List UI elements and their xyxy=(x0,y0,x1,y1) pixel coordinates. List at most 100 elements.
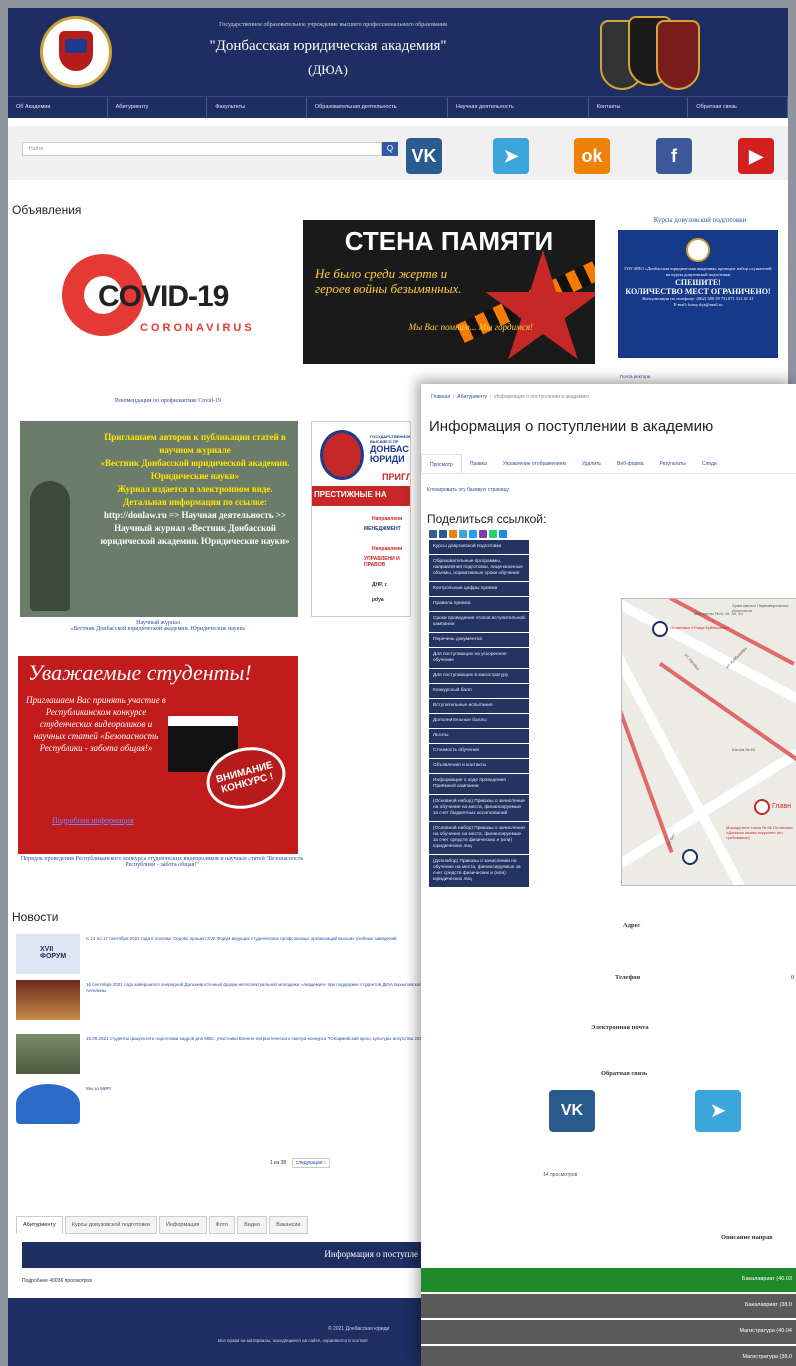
news-item[interactable]: 16 сентября 2021 года завершился очередн… xyxy=(16,980,426,1024)
program-row[interactable]: Бакалавриат (40.03 xyxy=(421,1268,796,1292)
map-label: Остановка «Улица Куйбышева» xyxy=(670,625,730,630)
concert-thumbnail[interactable] xyxy=(16,980,80,1020)
contest-banner[interactable]: Уважаемые студенты! Приглашаем Вас приня… xyxy=(18,656,298,854)
program-row[interactable]: Бакалавриат (38.0 xyxy=(421,1294,796,1318)
tab-results[interactable]: Результаты xyxy=(652,454,694,473)
menu-item[interactable]: Вступительные испытания xyxy=(429,699,529,714)
whatsapp-share-icon[interactable] xyxy=(489,530,497,538)
search-button[interactable]: Q xyxy=(382,142,398,156)
location-map[interactable]: Маршруты № 6, 16, 30, 63 Остановка «Улиц… xyxy=(621,598,796,886)
breadcrumb-applicants[interactable]: Абитуриенту xyxy=(457,394,487,400)
news-text[interactable]: 19.09.2021 студенты факультета подготовк… xyxy=(86,1036,426,1042)
read-more-link[interactable]: Подробнее 40036 просмотров xyxy=(22,1278,92,1284)
vk-share-icon[interactable] xyxy=(439,530,447,538)
patch-icon xyxy=(656,20,700,90)
menu-item[interactable]: Стоимость обучения xyxy=(429,744,529,759)
news-text[interactable]: Мы за МИР! xyxy=(86,1086,426,1092)
pager-next[interactable]: следующая › xyxy=(291,1158,330,1168)
map-label: Храм святых Первоверховных Апостолов xyxy=(732,603,789,613)
academy-emblem-icon[interactable] xyxy=(40,16,112,88)
menu-item[interactable]: Сроки проведения этапов вступительной ка… xyxy=(429,612,529,633)
viber-share-icon[interactable] xyxy=(479,530,487,538)
news-item[interactable]: 19.09.2021 студенты факультета подготовк… xyxy=(16,1034,426,1078)
youtube-icon[interactable]: ▶ xyxy=(738,138,774,174)
covid-caption[interactable]: Рекомендации по профилактике Covid-19 xyxy=(48,398,288,404)
contest-caption[interactable]: Порядок проведения Республиканского конк… xyxy=(12,856,312,868)
peace-dove-thumbnail[interactable] xyxy=(16,1084,80,1124)
menu-item[interactable]: Информация о ходе проведения Приёмной ка… xyxy=(429,774,529,795)
nav-item-contacts[interactable]: Контакты xyxy=(589,97,689,118)
menu-item[interactable]: Для поступающих в магистратуру xyxy=(429,669,529,684)
menu-item[interactable]: Объявления и контакты xyxy=(429,759,529,774)
nav-item-science[interactable]: Научная деятельность xyxy=(448,97,589,118)
news-item[interactable]: Мы за МИР! xyxy=(16,1084,426,1128)
odnoklassniki-icon[interactable]: ok xyxy=(574,138,610,174)
nav-item-applicants[interactable]: Абитуриенту xyxy=(108,97,208,118)
tab-vacancies[interactable]: Вакансии xyxy=(269,1216,308,1234)
nav-item-faculties[interactable]: Факультеты xyxy=(207,97,307,118)
cadets-thumbnail[interactable] xyxy=(16,1034,80,1074)
memory-wall-banner[interactable]: СТЕНА ПАМЯТИ Не было среди жертв и герое… xyxy=(303,220,595,364)
covid-banner[interactable]: COVID-19 CORONAVIRUS xyxy=(48,240,278,380)
news-text[interactable]: 16 сентября 2021 года завершился очередн… xyxy=(86,982,426,994)
menu-item[interactable]: (Допнабор) Приказы о зачислении на обуче… xyxy=(429,855,529,888)
main-building-pin-icon[interactable] xyxy=(754,799,770,815)
tab-courses[interactable]: Курсы довузовской подготовки xyxy=(64,1216,157,1234)
nav-item-about[interactable]: Об Академии xyxy=(8,97,108,118)
telegram-icon[interactable]: ➤ xyxy=(695,1090,741,1132)
tab-applicants[interactable]: Абитуриенту xyxy=(16,1216,63,1234)
program-row[interactable]: Магистратура (38.0 xyxy=(421,1346,796,1366)
news-text[interactable]: С 14 по 17 сентября 2021 года в поселке … xyxy=(86,936,426,942)
menu-item[interactable]: Курсы довузовской подготовки xyxy=(429,540,529,555)
breadcrumb-home[interactable]: Главная xyxy=(431,394,450,400)
nav-item-education[interactable]: Образовательная деятельность xyxy=(307,97,448,118)
bus-stop-icon[interactable] xyxy=(682,849,698,865)
menu-item[interactable]: Льготы xyxy=(429,729,529,744)
menu-item[interactable]: (Основной набор) Приказы о зачислении на… xyxy=(429,795,529,822)
tab-delete[interactable]: Удалить xyxy=(574,454,609,473)
more-share-icon[interactable] xyxy=(499,530,507,538)
facebook-icon[interactable]: f xyxy=(656,138,692,174)
menu-item[interactable]: Дополнительные баллы xyxy=(429,714,529,729)
twitter-share-icon[interactable] xyxy=(469,530,477,538)
tab-video[interactable]: Видео xyxy=(237,1216,268,1234)
search-input[interactable]: Найти xyxy=(22,142,382,156)
menu-item[interactable]: Для поступающих на ускоренное обучение xyxy=(429,648,529,669)
vk-icon[interactable]: VK xyxy=(549,1090,595,1132)
ok-share-icon[interactable] xyxy=(449,530,457,538)
tab-view[interactable]: Просмотр xyxy=(421,454,462,473)
tab-info[interactable]: Информация xyxy=(158,1216,207,1234)
menu-item[interactable]: (Основной набор) Приказы о зачислении на… xyxy=(429,822,529,855)
telegram-share-icon[interactable] xyxy=(459,530,467,538)
tab-webform[interactable]: Веб-форма xyxy=(609,454,651,473)
rector-mail-link[interactable]: Почта ректора xyxy=(620,374,650,379)
email-label: Электронная почта xyxy=(591,1024,649,1031)
menu-item[interactable]: Перечень документов xyxy=(429,633,529,648)
bus-stop-icon[interactable] xyxy=(652,621,668,637)
telegram-icon[interactable]: ➤ xyxy=(493,138,529,174)
courses-banner[interactable]: ГОУ ВПО «Донбасская юридическая академия… xyxy=(618,230,778,358)
menu-item[interactable]: Конкурсный балл xyxy=(429,684,529,699)
nav-item-feedback[interactable]: Обратная связь xyxy=(688,97,788,118)
news-item[interactable]: XVII ФОРУМ С 14 по 17 сентября 2021 года… xyxy=(16,934,426,978)
vk-icon[interactable]: VK xyxy=(406,138,442,174)
menu-item[interactable]: Правила приема xyxy=(429,597,529,612)
facebook-share-icon[interactable] xyxy=(429,530,437,538)
tab-edit[interactable]: Правка xyxy=(462,454,495,473)
courses-heading[interactable]: Курсы довузовской подготовки xyxy=(620,216,780,224)
tab-photo[interactable]: Фото xyxy=(208,1216,236,1234)
journal-caption[interactable]: Научный журнал «Вестник Донбасской юриди… xyxy=(28,620,288,632)
views-count: 14 просмотров xyxy=(543,1172,578,1178)
clone-page-link[interactable]: Клонировать эту базовую страницу xyxy=(427,487,509,493)
contest-link[interactable]: Подробная информация xyxy=(52,816,134,825)
tab-display[interactable]: Управление отображением xyxy=(495,454,574,473)
menu-item[interactable]: Контрольные цифры приема xyxy=(429,582,529,597)
admission-info-bar[interactable]: Информация о поступле xyxy=(22,1242,422,1268)
forum-thumbnail[interactable]: XVII ФОРУМ xyxy=(16,934,80,974)
program-row[interactable]: Магистратура (40.04 xyxy=(421,1320,796,1344)
journal-banner[interactable]: Приглашаем авторов к публикации статей в… xyxy=(20,421,298,617)
journal-line: Детальная информация по ссылке: xyxy=(123,497,267,507)
prestige-banner[interactable]: ГОСУДАРСТВЕННОЕ ВЫСШЕГО ПР ДОНБАС ЮРИДИ … xyxy=(311,421,411,617)
menu-item[interactable]: Образовательные программы, направления п… xyxy=(429,555,529,582)
tab-track[interactable]: Следи xyxy=(694,454,725,473)
